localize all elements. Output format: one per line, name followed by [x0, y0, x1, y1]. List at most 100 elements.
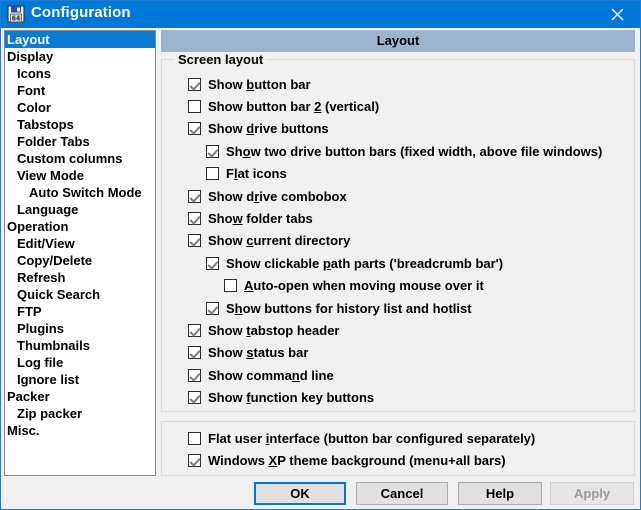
panel-title-label: Layout — [377, 33, 420, 48]
empty-checkbox-icon[interactable] — [224, 279, 237, 292]
sidebar-item-folder-tabs[interactable]: Folder Tabs — [5, 133, 155, 150]
sidebar-item-language[interactable]: Language — [5, 201, 155, 218]
checkmark-icon[interactable] — [188, 78, 201, 91]
sidebar-item-label: Operation — [7, 219, 68, 234]
checkbox-show-button-bar[interactable]: Show button bar — [162, 73, 311, 95]
checkbox-label: Show command line — [208, 368, 334, 383]
checkmark-icon[interactable] — [188, 190, 201, 203]
sidebar-item-packer[interactable]: Packer — [5, 388, 155, 405]
sidebar-item-label: Quick Search — [17, 287, 100, 302]
checkbox-show-function-key-buttons[interactable]: Show function key buttons — [162, 387, 374, 409]
checkbox-label: Show current directory — [208, 233, 350, 248]
empty-checkbox-icon[interactable] — [188, 100, 201, 113]
checkbox-show-current-directory[interactable]: Show current directory — [162, 230, 350, 252]
sidebar-item-thumbnails[interactable]: Thumbnails — [5, 337, 155, 354]
help-button[interactable]: Help — [458, 482, 542, 505]
sidebar-item-label: Icons — [17, 66, 51, 81]
checkbox-label: Windows XP theme background (menu+all ba… — [208, 453, 506, 468]
svg-text:64: 64 — [12, 15, 20, 23]
sidebar-item-quick-search[interactable]: Quick Search — [5, 286, 155, 303]
checkbox-show-folder-tabs[interactable]: Show folder tabs — [162, 207, 313, 229]
settings-tree[interactable]: Layout Display IconsFontColorTabstopsFolde… — [4, 30, 156, 476]
sidebar-item-zip-packer[interactable]: Zip packer — [5, 405, 155, 422]
checkbox-label: Show buttons for history list and hotlis… — [226, 301, 472, 316]
checkmark-icon[interactable] — [188, 122, 201, 135]
checkbox-label: Show two drive button bars (fixed width,… — [226, 144, 602, 159]
sidebar-item-ignore-list[interactable]: Ignore list — [5, 371, 155, 388]
sidebar-item-color[interactable]: Color — [5, 99, 155, 116]
sidebar-item-copy-delete[interactable]: Copy/Delete — [5, 252, 155, 269]
screen-layout-legend: Screen layout — [174, 52, 267, 67]
checkbox-label: Show status bar — [208, 345, 308, 360]
sidebar-item-icons[interactable]: Icons — [5, 65, 155, 82]
checkbox-label: Show button bar — [208, 77, 311, 92]
checkbox-label: Auto-open when moving mouse over it — [244, 278, 484, 293]
checkbox-show-two-drive-button-bars[interactable]: Show two drive button bars (fixed width,… — [162, 140, 602, 162]
checkmark-icon[interactable] — [188, 346, 201, 359]
sidebar-item-view-mode[interactable]: View Mode — [5, 167, 155, 184]
checkmark-icon[interactable] — [206, 257, 219, 270]
ok-button[interactable]: OK — [254, 482, 346, 505]
close-icon[interactable] — [594, 1, 640, 28]
checkbox-show-drive-combobox[interactable]: Show drive combobox — [162, 185, 347, 207]
sidebar-item-label: Refresh — [17, 270, 65, 285]
sidebar-item-edit-view[interactable]: Edit/View — [5, 235, 155, 252]
sidebar-item-log-file[interactable]: Log file — [5, 354, 155, 371]
sidebar-item-tabstops[interactable]: Tabstops — [5, 116, 155, 133]
sidebar-item-auto-switch-mode[interactable]: Auto Switch Mode — [5, 184, 155, 201]
checkbox-label: Flat icons — [226, 166, 287, 181]
sidebar-item-layout[interactable]: Layout — [5, 31, 155, 48]
empty-checkbox-icon[interactable] — [188, 432, 201, 445]
sidebar-item-misc[interactable]: Misc. — [5, 422, 155, 439]
screen-layout-group: Screen layout Show button barShow button… — [161, 59, 635, 412]
checkmark-icon[interactable] — [206, 145, 219, 158]
sidebar-item-label: Plugins — [17, 321, 64, 336]
checkbox-show-drive-buttons[interactable]: Show drive buttons — [162, 118, 329, 140]
checkbox-show-tabstop-header[interactable]: Show tabstop header — [162, 319, 339, 341]
title-bar: 64 Configuration — [1, 1, 640, 28]
window-title: Configuration — [31, 4, 131, 21]
checkbox-show-command-line[interactable]: Show command line — [162, 364, 334, 386]
apply-button-label: Apply — [574, 486, 610, 501]
checkbox-auto-open-on-mouse-over[interactable]: Auto-open when moving mouse over it — [162, 275, 484, 297]
sidebar-item-plugins[interactable]: Plugins — [5, 320, 155, 337]
checkbox-show-status-bar[interactable]: Show status bar — [162, 342, 308, 364]
checkbox-label: Show button bar 2 (vertical) — [208, 99, 379, 114]
empty-checkbox-icon[interactable] — [206, 167, 219, 180]
cancel-button[interactable]: Cancel — [356, 482, 448, 505]
checkbox-flat-icons[interactable]: Flat icons — [162, 163, 287, 185]
sidebar-item-label: FTP — [17, 304, 42, 319]
sidebar-item-refresh[interactable]: Refresh — [5, 269, 155, 286]
sidebar-item-label: Zip packer — [17, 406, 82, 421]
checkbox-label: Show tabstop header — [208, 323, 339, 338]
checkmark-icon[interactable] — [188, 369, 201, 382]
apply-button: Apply — [550, 482, 634, 505]
sidebar-item-label: Ignore list — [17, 372, 79, 387]
sidebar-item-ftp[interactable]: FTP — [5, 303, 155, 320]
checkmark-icon[interactable] — [206, 302, 219, 315]
checkbox-show-button-bar-2[interactable]: Show button bar 2 (vertical) — [162, 95, 379, 117]
checkbox-label: Show drive combobox — [208, 189, 347, 204]
checkbox-label: Show drive buttons — [208, 121, 329, 136]
checkmark-icon[interactable] — [188, 454, 201, 467]
sidebar-item-custom-columns[interactable]: Custom columns — [5, 150, 155, 167]
checkbox-flat-user-interface[interactable]: Flat user interface (button bar configur… — [162, 427, 535, 449]
checkbox-windows-xp-theme-background[interactable]: Windows XP theme background (menu+all ba… — [162, 449, 506, 471]
checkmark-icon[interactable] — [188, 391, 201, 404]
sidebar-item-label: Display — [7, 49, 53, 64]
sidebar-item-label: Layout — [7, 32, 50, 47]
sidebar-item-operation[interactable]: Operation — [5, 218, 155, 235]
sidebar-item-display[interactable]: Display — [5, 48, 155, 65]
sidebar-item-label: Edit/View — [17, 236, 75, 251]
checkbox-label: Show function key buttons — [208, 390, 374, 405]
checkmark-icon[interactable] — [188, 324, 201, 337]
checkmark-icon[interactable] — [188, 212, 201, 225]
sidebar-item-font[interactable]: Font — [5, 82, 155, 99]
checkbox-show-clickable-path-parts[interactable]: Show clickable path parts ('breadcrumb b… — [162, 252, 503, 274]
sidebar-item-label: View Mode — [17, 168, 84, 183]
sidebar-item-label: Auto Switch Mode — [29, 185, 142, 200]
checkbox-show-history-hotlist-buttons[interactable]: Show buttons for history list and hotlis… — [162, 297, 472, 319]
checkbox-label: Show clickable path parts ('breadcrumb b… — [226, 256, 503, 271]
checkmark-icon[interactable] — [188, 234, 201, 247]
checkbox-label: Show folder tabs — [208, 211, 313, 226]
